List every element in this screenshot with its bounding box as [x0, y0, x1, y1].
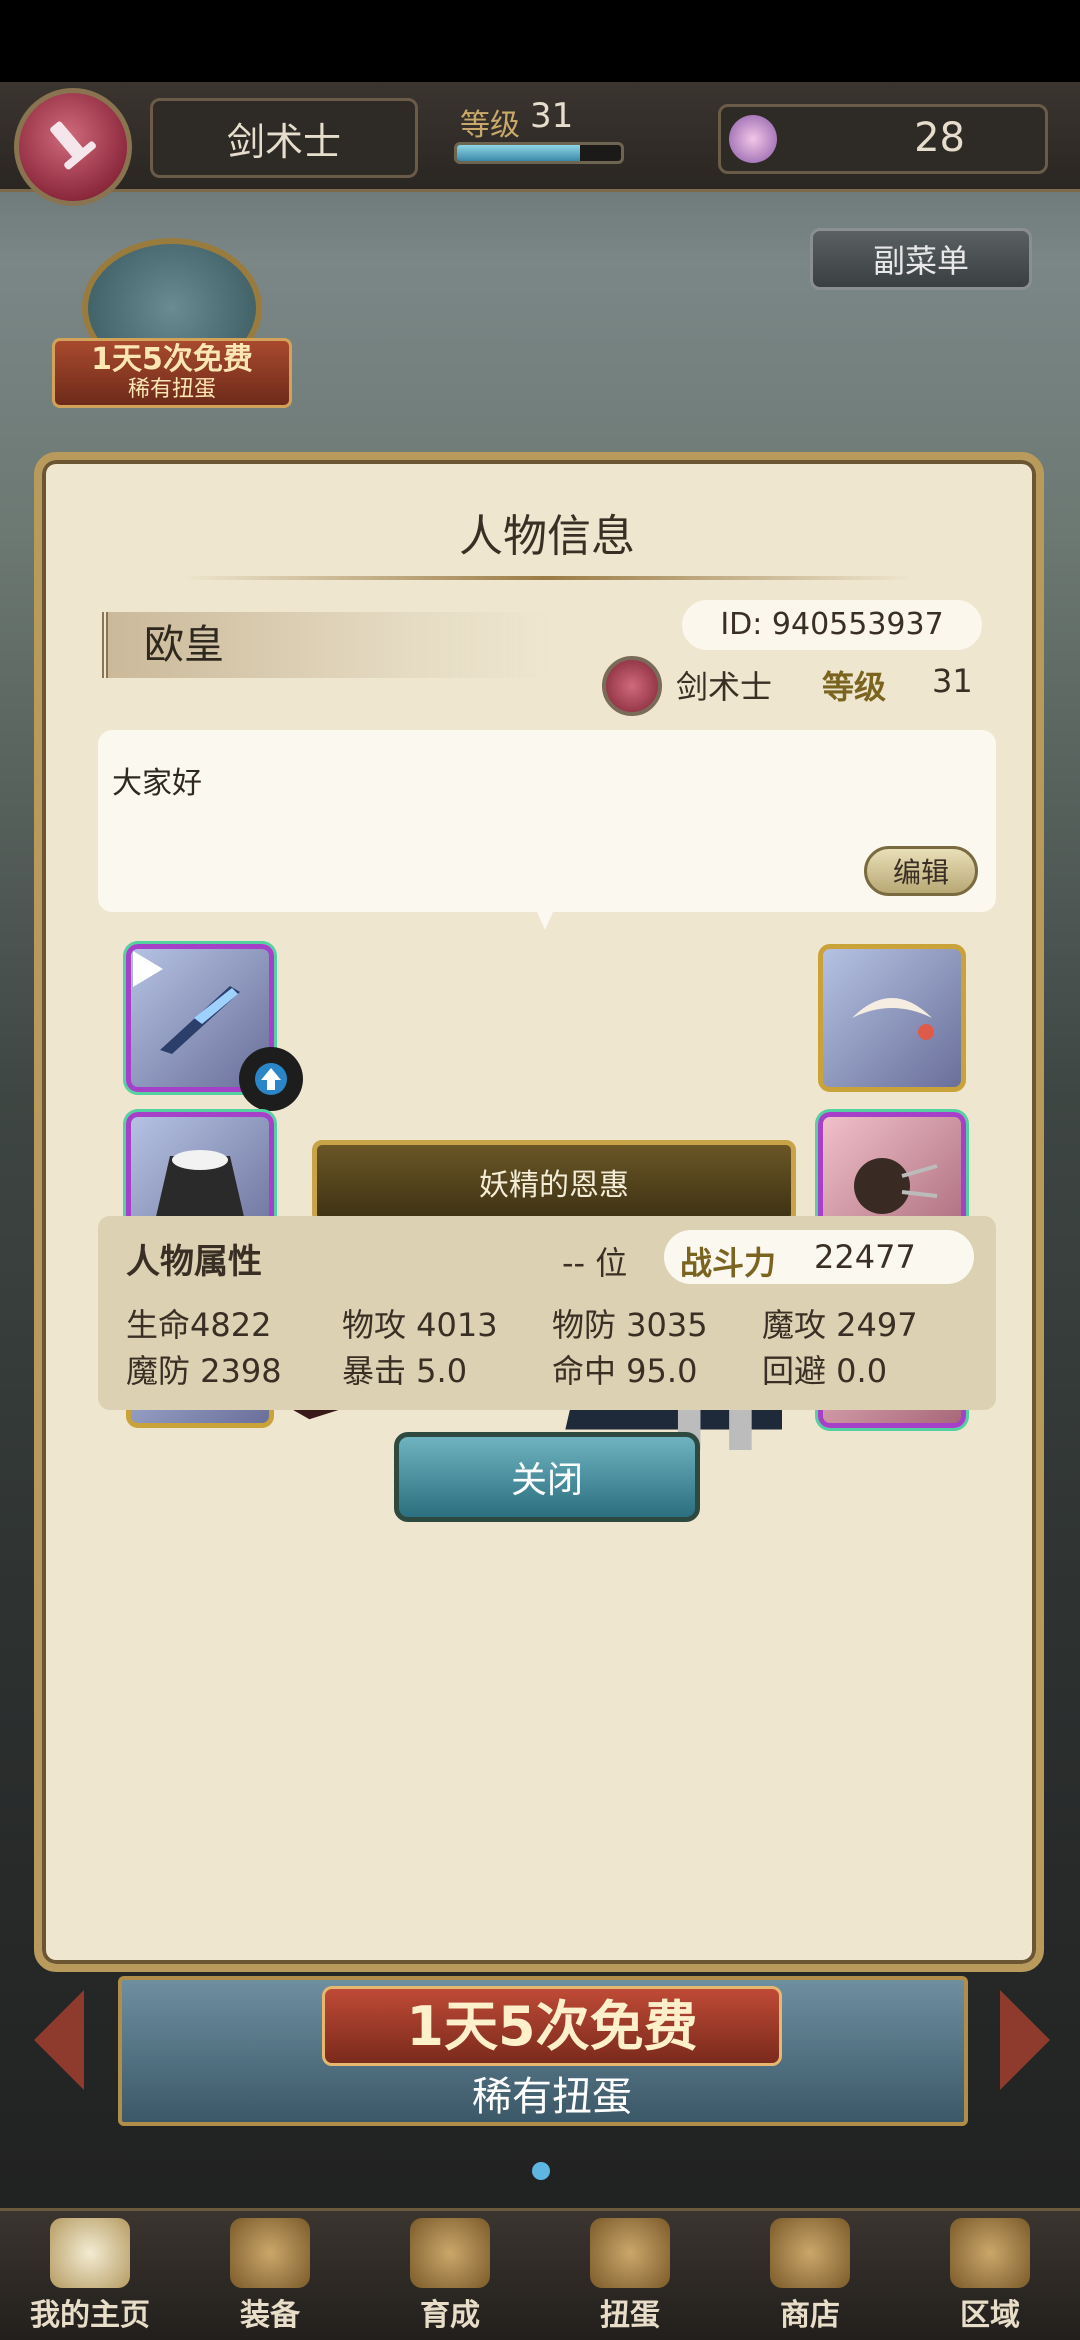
- close-label: 关闭: [510, 1460, 583, 1501]
- close-button[interactable]: 关闭: [394, 1432, 700, 1522]
- stat-hp: 生命4822: [126, 1306, 272, 1344]
- play-icon: [133, 951, 163, 987]
- level-progress-fill: [457, 145, 580, 161]
- home-scroll-icon: [50, 2218, 130, 2288]
- free-gacha-badge[interactable]: 1天5次免费 稀有扭蛋: [52, 238, 292, 428]
- title-divider: [182, 576, 912, 580]
- stat-physical-defense: 物防 3035: [552, 1306, 708, 1344]
- class-name: 剑术士: [676, 668, 773, 706]
- edit-label: 编辑: [892, 856, 949, 889]
- feather-accessory-icon: [852, 998, 934, 1040]
- level-value: 31: [932, 662, 973, 700]
- nav-label-training: 育成: [420, 2298, 480, 2333]
- level-progress-bar: [454, 142, 624, 164]
- gacha-badge-line1: 1天5次免费: [91, 342, 253, 377]
- gem-icon: [729, 115, 777, 163]
- combat-power-label: 战斗力: [680, 1244, 777, 1282]
- nav-training[interactable]: 育成: [360, 2211, 540, 2340]
- submenu-label: 副菜单: [872, 242, 969, 280]
- gacha-badge-ribbon: 1天5次免费 稀有扭蛋: [52, 338, 292, 408]
- combat-power-box: 战斗力 22477: [664, 1230, 974, 1284]
- class-name-display: 剑术士: [150, 98, 418, 178]
- stat-magic-defense: 魔防 2398: [126, 1352, 282, 1390]
- stat-critical: 暴击 5.0: [342, 1352, 468, 1390]
- class-sword-icon: [602, 656, 662, 716]
- globe-icon: [950, 2218, 1030, 2288]
- fairy-blessing-button[interactable]: 妖精的恩惠: [312, 1140, 796, 1224]
- nav-gacha[interactable]: 扭蛋: [540, 2211, 720, 2340]
- nav-label-shop: 商店: [780, 2298, 840, 2333]
- gem-count: 28: [914, 115, 965, 161]
- player-id: ID: 940553937: [682, 600, 982, 650]
- level-label: 等级: [460, 108, 520, 143]
- character-info-panel: 人物信息 欧皇 ID: 940553937 剑术士 等级 31 大家好 编辑 妖…: [34, 452, 1044, 1972]
- nav-label-equipment: 装备: [240, 2298, 300, 2333]
- combat-power-value: 22477: [814, 1238, 916, 1276]
- nav-equipment[interactable]: 装备: [180, 2211, 360, 2340]
- bubble-tail: [537, 912, 553, 930]
- class-name-text: 剑术士: [226, 119, 341, 164]
- panel-title: 人物信息: [459, 511, 635, 562]
- nav-shop[interactable]: 商店: [720, 2211, 900, 2340]
- banner-prev-arrow-icon[interactable]: [34, 1990, 84, 2090]
- stats-panel: 人物属性 -- 位 战斗力 22477 生命4822 物攻 4013 物防 30…: [98, 1216, 996, 1410]
- fairy-blessing-label: 妖精的恩惠: [479, 1168, 629, 1203]
- bottom-navigation: 我的主页 装备 育成 扭蛋 商店 区域: [0, 2208, 1080, 2340]
- swords-icon: [410, 2218, 490, 2288]
- class-emblem-icon[interactable]: [14, 88, 132, 206]
- level-indicator: 等级 31: [440, 96, 640, 176]
- rank-text: -- 位: [562, 1244, 628, 1282]
- submenu-button[interactable]: 副菜单: [810, 228, 1032, 290]
- equip-slot-hat-accessory[interactable]: [818, 944, 966, 1092]
- level-label: 等级: [822, 668, 887, 706]
- greeting-text: 大家好: [112, 766, 202, 801]
- gem-counter[interactable]: 28: [718, 104, 1048, 174]
- helmet-icon: [230, 2218, 310, 2288]
- level-value: 31: [530, 96, 574, 136]
- nav-label-home: 我的主页: [30, 2298, 150, 2333]
- stat-physical-attack: 物攻 4013: [342, 1306, 498, 1344]
- nav-label-region: 区域: [960, 2298, 1020, 2333]
- stats-title: 人物属性: [126, 1242, 262, 1282]
- nav-label-gacha: 扭蛋: [600, 2298, 660, 2333]
- stat-magic-attack: 魔攻 2497: [762, 1306, 918, 1344]
- stat-dodge: 回避 0.0: [762, 1352, 888, 1390]
- edit-button[interactable]: 编辑: [864, 846, 978, 896]
- banner-page-indicator: [532, 2162, 550, 2180]
- banner-next-arrow-icon[interactable]: [1000, 1990, 1050, 2090]
- promo-banner[interactable]: 1天5次免费 稀有扭蛋: [118, 1976, 968, 2126]
- player-name-banner: 欧皇: [102, 612, 552, 678]
- greeting-bubble: 大家好 编辑: [98, 730, 996, 912]
- stat-hit: 命中 95.0: [552, 1352, 698, 1390]
- nav-region[interactable]: 区域: [900, 2211, 1080, 2340]
- player-name: 欧皇: [144, 622, 224, 668]
- gacha-machine-icon: [590, 2218, 670, 2288]
- class-level-row: 剑术士 等级 31: [602, 650, 1022, 720]
- gacha-badge-line2: 稀有扭蛋: [127, 377, 216, 402]
- promo-line2: 稀有扭蛋: [472, 2074, 632, 2120]
- promo-line1: 1天5次免费: [322, 1986, 782, 2066]
- nav-home[interactable]: 我的主页: [0, 2211, 180, 2340]
- fur-gauntlet-icon: [854, 1158, 938, 1214]
- coin-bag-icon: [770, 2218, 850, 2288]
